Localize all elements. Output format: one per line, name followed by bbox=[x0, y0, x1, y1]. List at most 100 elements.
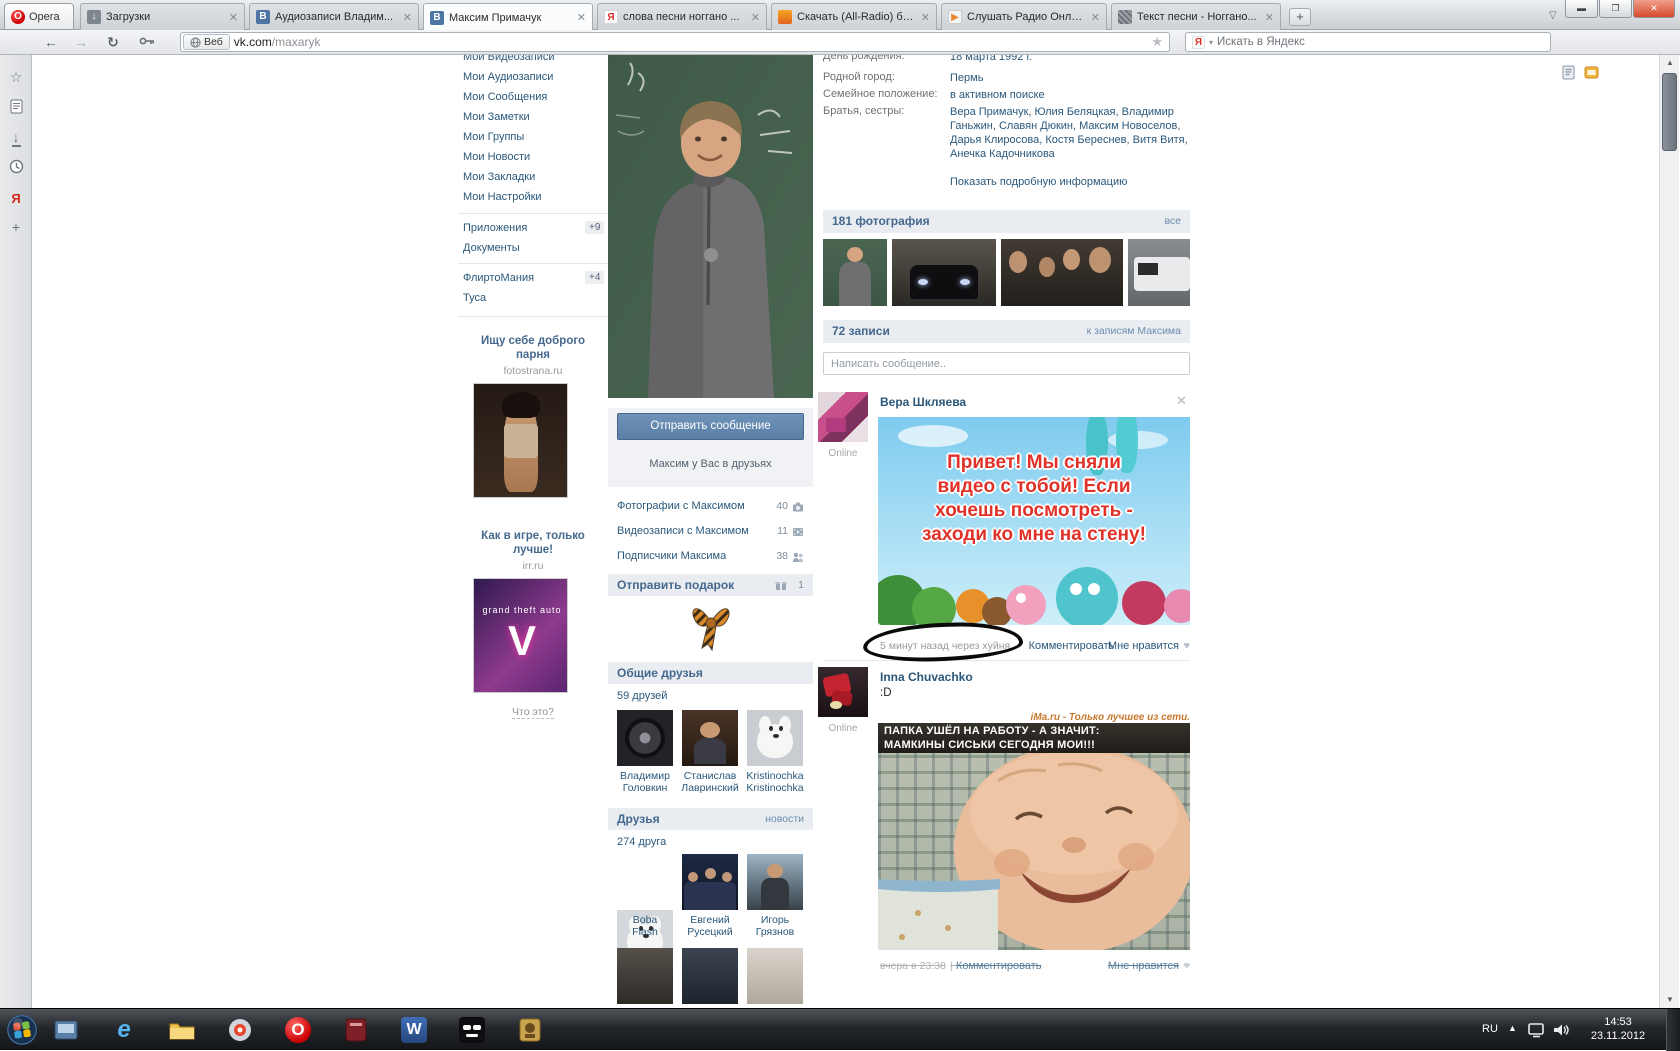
wand-key-icon[interactable] bbox=[134, 32, 160, 52]
tab-maksim-primachuk[interactable]: В Максим Примачук ✕ bbox=[423, 3, 593, 31]
sidebar-item-settings[interactable]: Мои Настройки bbox=[463, 191, 583, 203]
sidebar-item-news[interactable]: Мои Новости bbox=[463, 151, 583, 163]
tab-close-icon[interactable]: ✕ bbox=[403, 11, 412, 24]
tab-close-icon[interactable]: ✕ bbox=[229, 11, 238, 24]
minimize-button[interactable]: ▬ bbox=[1565, 0, 1598, 18]
friend-avatar[interactable] bbox=[617, 710, 673, 766]
friend-avatar[interactable] bbox=[747, 948, 803, 1004]
heart-icon[interactable]: ♥ bbox=[1183, 960, 1190, 972]
photo-thumbnail[interactable] bbox=[892, 239, 996, 306]
tab-close-icon[interactable]: ✕ bbox=[577, 11, 586, 24]
send-message-button[interactable]: Отправить сообщение bbox=[617, 413, 804, 440]
friend-avatar[interactable] bbox=[747, 710, 803, 766]
photos-with-label[interactable]: Фотографии с Максимом bbox=[617, 500, 745, 512]
send-gift-label[interactable]: Отправить подарок bbox=[617, 578, 734, 592]
bookmark-star-icon[interactable]: ★ bbox=[1151, 34, 1163, 50]
web-badge[interactable]: Веб bbox=[183, 34, 230, 50]
taskbar-clock[interactable]: 14:53 23.11.2012 bbox=[1578, 1015, 1658, 1043]
photo-thumbnail[interactable] bbox=[823, 239, 887, 306]
url-field[interactable]: Веб vk.com/maxaryk ★ bbox=[180, 32, 1170, 52]
friend-avatar[interactable] bbox=[682, 854, 738, 910]
post-close-icon[interactable]: ✕ bbox=[1176, 393, 1187, 409]
url-text[interactable]: vk.com/maxaryk bbox=[234, 35, 321, 49]
new-tab-button[interactable]: + bbox=[1289, 8, 1311, 26]
photos-with-link[interactable]: Фотографии с Максимом 40 bbox=[617, 500, 804, 515]
search-engine-dropdown-arrow[interactable]: ▾ bbox=[1209, 38, 1213, 47]
post-image-meme[interactable]: ПАПКА УШЁЛ НА РАБОТУ - А ЗНАЧИТ: МАМКИНЫ … bbox=[878, 723, 1190, 950]
bookmarks-star-icon[interactable]: ☆ bbox=[0, 69, 32, 86]
friend-name[interactable]: Евгений Русецкий bbox=[678, 914, 742, 938]
friend-avatar[interactable] bbox=[682, 710, 738, 766]
display-tray-icon[interactable] bbox=[1528, 1022, 1546, 1043]
tray-expand-icon[interactable]: ▲ bbox=[1508, 1023, 1517, 1033]
maximize-button[interactable]: ❐ bbox=[1599, 0, 1632, 18]
maroon-app-icon[interactable] bbox=[338, 1013, 374, 1047]
tab-all-radio[interactable]: Скачать (All-Radio) бе... ✕ bbox=[771, 3, 937, 30]
mutual-friends-count[interactable]: 59 друзей bbox=[617, 690, 667, 702]
friend-name[interactable]: Владимир Головкин bbox=[613, 770, 677, 794]
friend-name[interactable]: Станислав Лавринский bbox=[678, 770, 742, 794]
followers-link[interactable]: Подписчики Максима 38 bbox=[617, 550, 804, 565]
photos-all-link[interactable]: все bbox=[1164, 215, 1181, 227]
sidebar-item-flirtomania[interactable]: ФлиртоМания bbox=[463, 272, 583, 284]
notes-icon[interactable] bbox=[0, 99, 32, 117]
search-field[interactable]: Я ▾ bbox=[1185, 32, 1551, 52]
post-author-name[interactable]: Вера Шкляева bbox=[880, 395, 966, 409]
opera-menu-button[interactable]: O Opera bbox=[4, 3, 74, 30]
friend-name[interactable]: Игорь Грязнов bbox=[743, 914, 807, 938]
gift-ribbon-image[interactable] bbox=[688, 600, 734, 652]
internet-explorer-icon[interactable]: e bbox=[106, 1013, 142, 1047]
ad-image-gta[interactable]: grand theft auto V bbox=[473, 578, 568, 693]
media-app-icon[interactable] bbox=[222, 1013, 258, 1047]
friends-news-link[interactable]: новости bbox=[765, 813, 804, 825]
friends-count[interactable]: 274 друга bbox=[617, 836, 666, 848]
language-indicator[interactable]: RU bbox=[1482, 1023, 1498, 1035]
tab-close-icon[interactable]: ✕ bbox=[751, 11, 760, 24]
reload-button[interactable]: ↻ bbox=[100, 32, 126, 52]
player-face-icon[interactable] bbox=[454, 1013, 490, 1047]
ad-title-line1[interactable]: Как в игре, только bbox=[455, 530, 611, 542]
add-panel-icon[interactable]: + bbox=[0, 219, 32, 235]
sidebar-item-audios[interactable]: Мои Аудиозаписи bbox=[463, 71, 583, 83]
like-link[interactable]: Мне нравится bbox=[1108, 640, 1179, 652]
tab-vk-audio[interactable]: В Аудиозаписи Владим... ✕ bbox=[249, 3, 419, 30]
info-value-siblings[interactable]: Вера Примачук, Юлия Беляцкая, Владимир Г… bbox=[950, 105, 1190, 161]
tab-lyrics-search[interactable]: Я слова песни ноггано ... ✕ bbox=[597, 3, 767, 30]
friend-name[interactable]: Kristinochka Kristinochka bbox=[743, 770, 807, 794]
photo-thumbnail[interactable] bbox=[1128, 239, 1190, 306]
info-value-city[interactable]: Пермь bbox=[950, 71, 1190, 85]
search-input[interactable] bbox=[1217, 36, 1498, 48]
videos-with-link[interactable]: Видеозаписи с Максимом 11 bbox=[617, 525, 804, 540]
yandex-panel-icon[interactable]: Я bbox=[0, 191, 32, 206]
like-link[interactable]: Мне нравится bbox=[1108, 960, 1179, 972]
sidebar-item-notes[interactable]: Мои Заметки bbox=[463, 111, 583, 123]
taskbar-app-icon[interactable] bbox=[48, 1013, 84, 1047]
tab-close-icon[interactable]: ✕ bbox=[1091, 11, 1100, 24]
post-author-name[interactable]: Inna Chuvachko bbox=[880, 670, 973, 684]
scroll-up-icon[interactable]: ▲ bbox=[1660, 55, 1680, 71]
post-author-avatar[interactable] bbox=[818, 667, 868, 717]
scroll-down-icon[interactable]: ▼ bbox=[1660, 992, 1680, 1008]
videos-with-label[interactable]: Видеозаписи с Максимом bbox=[617, 525, 749, 537]
tab-downloads[interactable]: ↓ Загрузки ✕ bbox=[80, 3, 245, 30]
tab-close-icon[interactable]: ✕ bbox=[921, 11, 930, 24]
volume-tray-icon[interactable] bbox=[1552, 1022, 1570, 1043]
start-button[interactable] bbox=[6, 1014, 38, 1046]
sidebar-item-bookmarks[interactable]: Мои Закладки bbox=[463, 171, 583, 183]
word-icon[interactable]: W bbox=[396, 1013, 432, 1047]
ad-what-is-this-link[interactable]: Что это? bbox=[455, 706, 611, 719]
sidebar-item-groups[interactable]: Мои Группы bbox=[463, 131, 583, 143]
show-detailed-info-link[interactable]: Показать подробную информацию bbox=[950, 176, 1127, 188]
gold-app-icon[interactable] bbox=[512, 1013, 548, 1047]
tab-close-icon[interactable]: ✕ bbox=[1265, 11, 1274, 24]
sidebar-item-tusa[interactable]: Туса bbox=[463, 292, 583, 304]
page-panel-icon[interactable] bbox=[1562, 65, 1576, 85]
ad-title-line2[interactable]: парня bbox=[455, 349, 611, 361]
scrollbar-thumb[interactable] bbox=[1662, 73, 1677, 151]
ad-title-line2[interactable]: лучше! bbox=[455, 544, 611, 556]
sidebar-item-messages[interactable]: Мои Сообщения bbox=[463, 91, 583, 103]
history-clock-icon[interactable] bbox=[0, 159, 32, 177]
post-author-avatar[interactable] bbox=[818, 392, 868, 442]
tab-noggano-lyrics[interactable]: Текст песни - Ноггано... ✕ bbox=[1111, 3, 1281, 30]
forward-button[interactable]: → bbox=[68, 32, 94, 52]
